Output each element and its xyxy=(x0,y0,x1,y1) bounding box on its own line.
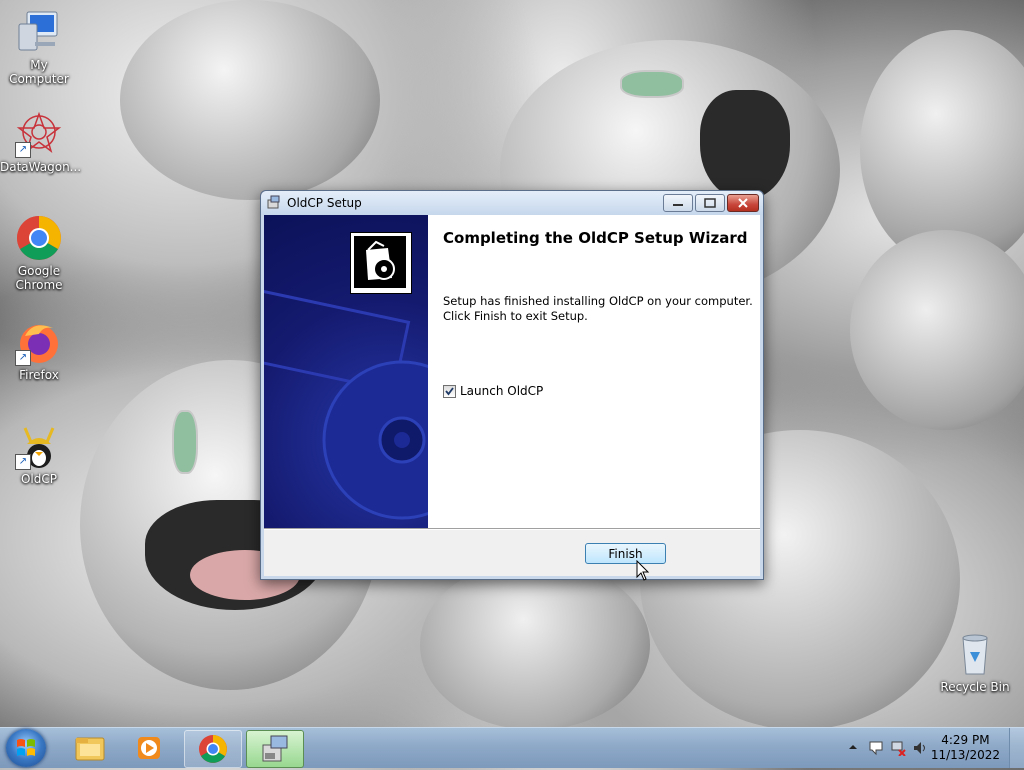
wizard-heading: Completing the OldCP Setup Wizard xyxy=(443,229,748,247)
shortcut-arrow-icon: ↗ xyxy=(15,142,31,158)
taskbar-chrome[interactable] xyxy=(184,730,242,768)
close-icon xyxy=(738,198,748,208)
recycle-bin-icon xyxy=(951,630,999,678)
network-icon[interactable] xyxy=(890,740,906,756)
close-button[interactable] xyxy=(727,194,759,212)
taskbar: 4:29 PM 11/13/2022 xyxy=(0,727,1024,768)
launch-checkbox-label: Launch OldCP xyxy=(460,384,544,398)
chrome-icon xyxy=(199,735,227,763)
desktop-icon-my-computer[interactable]: My Computer xyxy=(0,8,78,86)
desktop-icon-label: Recycle Bin xyxy=(940,680,1010,694)
datawagon-icon: ↗ xyxy=(15,110,63,158)
installer-box-icon xyxy=(350,232,412,294)
desktop-icon-label: Firefox xyxy=(19,368,59,382)
windows-logo-icon xyxy=(17,739,35,756)
desktop-icon-label: Google Chrome xyxy=(15,264,63,292)
oldcp-icon: ↗ xyxy=(15,422,63,470)
shortcut-arrow-icon: ↗ xyxy=(15,350,31,366)
finish-button[interactable]: Finish xyxy=(585,543,666,564)
desktop-icon-label: My Computer xyxy=(9,58,69,86)
clock-time: 4:29 PM xyxy=(941,733,990,747)
minimize-button[interactable] xyxy=(663,194,693,212)
desktop-icon-oldcp[interactable]: ↗ OldCP xyxy=(0,422,78,486)
wizard-message-line1: Setup has finished installing OldCP on y… xyxy=(443,294,753,308)
dialog-titlebar[interactable]: OldCP Setup xyxy=(261,191,763,215)
volume-icon[interactable] xyxy=(912,740,928,756)
setup-dialog: OldCP Setup Completing the OldCP Setup W… xyxy=(260,190,764,580)
chrome-icon xyxy=(15,214,63,262)
desktop-icon-datawagon[interactable]: ↗ DataWagon... xyxy=(0,110,82,174)
clock[interactable]: 4:29 PM 11/13/2022 xyxy=(931,733,1000,763)
setup-icon xyxy=(267,195,281,209)
wizard-message-line2: Click Finish to exit Setup. xyxy=(443,309,588,323)
desktop-icon-label: DataWagon... xyxy=(0,160,82,174)
launch-checkbox[interactable] xyxy=(443,384,456,398)
dialog-client-area: Completing the OldCP Setup Wizard Setup … xyxy=(264,215,760,576)
file-explorer-icon xyxy=(75,737,105,761)
shortcut-arrow-icon: ↗ xyxy=(15,454,31,470)
mouse-cursor-icon xyxy=(636,560,650,581)
desktop-icon-firefox[interactable]: ↗ Firefox xyxy=(0,318,78,382)
media-player-icon xyxy=(138,737,160,759)
desktop-icon-label: OldCP xyxy=(20,472,57,486)
desktop-icon-chrome[interactable]: Google Chrome xyxy=(0,214,78,292)
launch-checkbox-row[interactable]: Launch OldCP xyxy=(443,384,543,398)
show-hidden-icons-icon[interactable] xyxy=(848,742,858,752)
system-tray: 4:29 PM 11/13/2022 xyxy=(834,728,1024,768)
maximize-button[interactable] xyxy=(695,194,725,212)
firefox-icon: ↗ xyxy=(15,318,63,366)
action-center-icon[interactable] xyxy=(868,740,884,756)
setup-icon xyxy=(262,735,288,762)
computer-icon xyxy=(15,8,63,56)
checkmark-icon xyxy=(445,386,454,395)
desktop-icon-recycle-bin[interactable]: Recycle Bin xyxy=(936,630,1014,694)
minimize-icon xyxy=(673,204,683,206)
taskbar-media-player[interactable] xyxy=(122,730,178,766)
maximize-icon xyxy=(704,198,716,208)
taskbar-setup[interactable] xyxy=(246,730,304,768)
wizard-content: Completing the OldCP Setup Wizard Setup … xyxy=(350,215,760,528)
start-button[interactable] xyxy=(6,729,46,767)
separator xyxy=(264,528,760,530)
taskbar-explorer[interactable] xyxy=(62,730,118,766)
wizard-message: Setup has finished installing OldCP on y… xyxy=(443,294,753,324)
dialog-title: OldCP Setup xyxy=(287,196,362,210)
clock-date: 11/13/2022 xyxy=(930,748,1000,762)
show-desktop-button[interactable] xyxy=(1009,728,1024,768)
